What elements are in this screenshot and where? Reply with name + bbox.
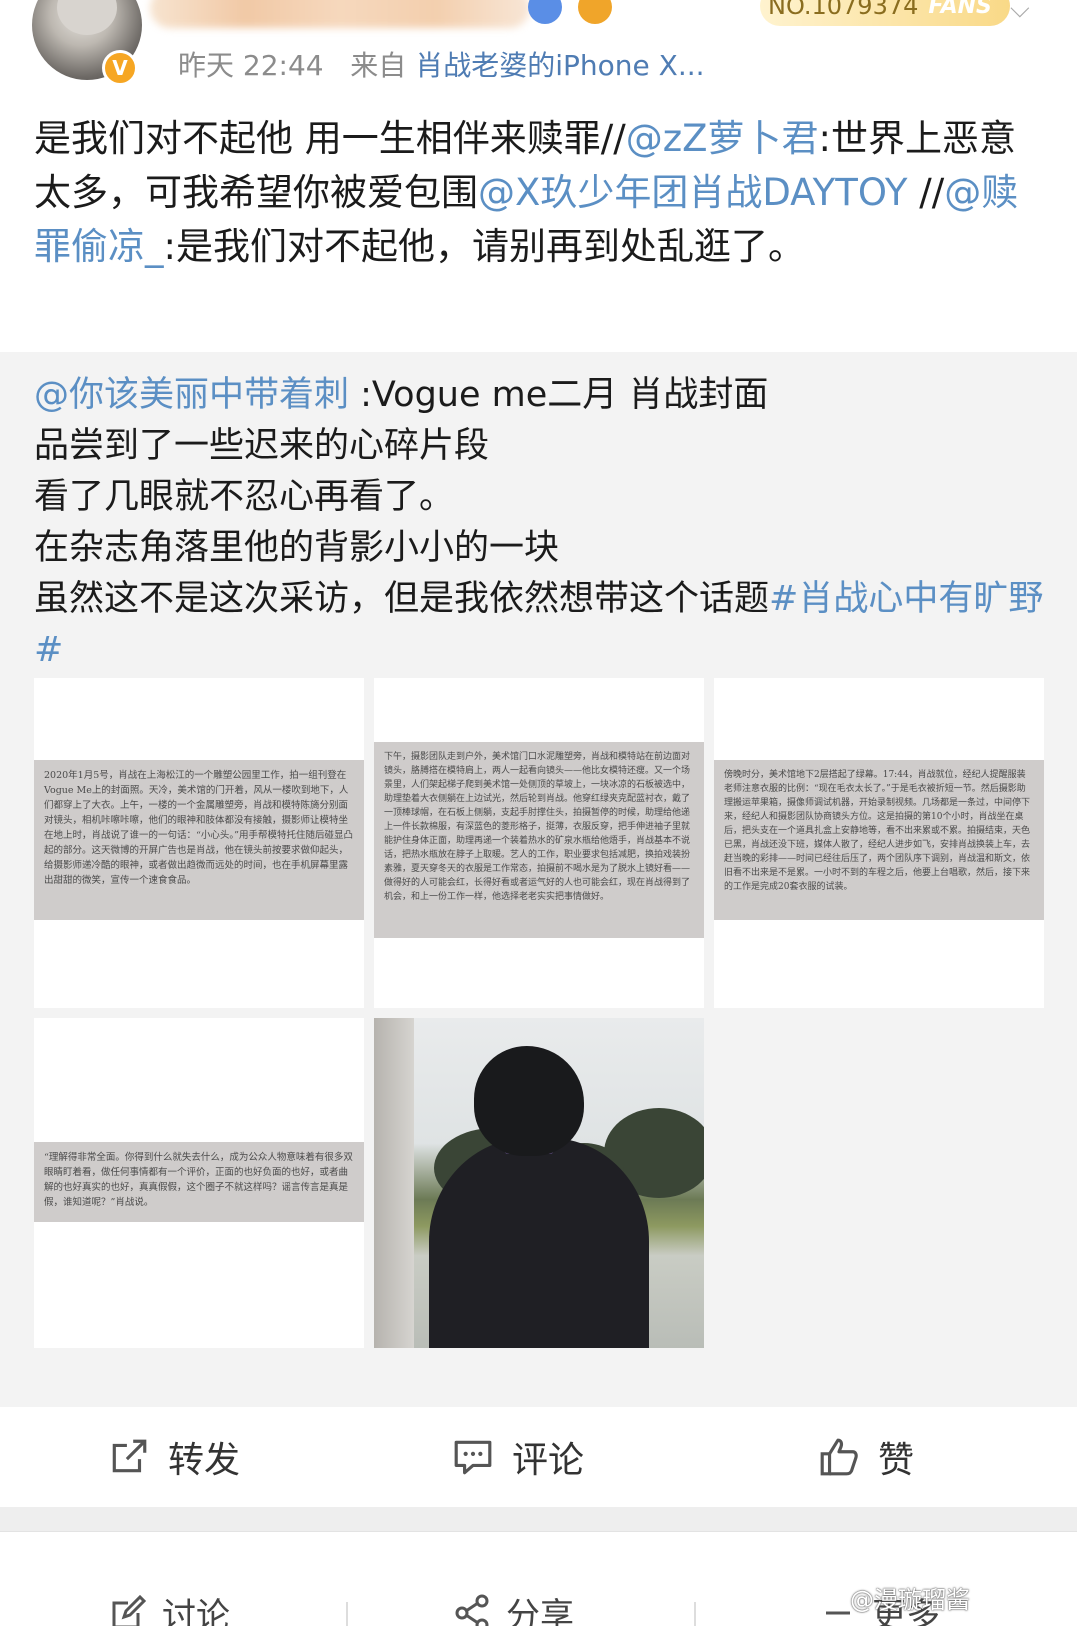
back-view-photo bbox=[374, 1018, 704, 1348]
edit-icon bbox=[112, 1594, 147, 1626]
quoted-author-link[interactable]: @你该美丽中带着刺 bbox=[34, 375, 349, 415]
divider bbox=[694, 1602, 696, 1626]
image-thumbnail[interactable]: 下午，摄影团队走到户外，美术馆门口水泥雕塑旁，肖战和模特站在前边面对镜头，胳膊搭… bbox=[374, 678, 704, 1008]
image-thumbnail[interactable]: 傍晚时分，美术馆地下2层搭起了绿幕。17:44，肖战就位，经纪人提醒服装老师注意… bbox=[714, 678, 1044, 1008]
mention-link[interactable]: @zZ萝卜君 bbox=[626, 117, 819, 160]
fans-tag: FANS bbox=[928, 0, 992, 19]
share-button[interactable]: 分享 bbox=[452, 1588, 574, 1626]
post-text: 是我们对不起他 用一生相伴来赎罪//@zZ萝卜君:世界上恶意太多，可我希望你被爱… bbox=[34, 112, 1044, 274]
post-text-3: // bbox=[907, 171, 945, 214]
divider bbox=[0, 1507, 1077, 1531]
fans-badge[interactable]: NO.1079374 FANS bbox=[760, 0, 1010, 26]
fans-number: NO.1079374 bbox=[768, 0, 919, 20]
post-time: 昨天 22:44 bbox=[178, 49, 324, 82]
quoted-line: 在杂志角落里他的背影小小的一块 bbox=[34, 528, 560, 568]
repost-icon bbox=[112, 1439, 147, 1473]
level-badge-icon bbox=[528, 0, 562, 24]
member-badge-icon bbox=[578, 0, 612, 24]
comment-button[interactable]: 评论 bbox=[452, 1407, 584, 1507]
thumbs-up-icon bbox=[820, 1438, 858, 1476]
username-blurred[interactable] bbox=[150, 0, 530, 28]
divider bbox=[346, 1602, 348, 1626]
quoted-text: @你该美丽中带着刺 :Vogue me二月 肖战封面 品尝到了一些迟来的心碎片段… bbox=[34, 370, 1044, 676]
action-bar: 转发 评论 赞 bbox=[0, 1407, 1077, 1507]
magazine-scan-text: “理解得非常全面。你得到什么就失去什么，成为公众人物意味着有很多双眼睛盯着看，做… bbox=[34, 1142, 364, 1222]
discuss-button[interactable]: 讨论 bbox=[108, 1588, 230, 1626]
image-thumbnail[interactable]: 2020年1月5号，肖战在上海松江的一个雕塑公园里工作，拍一组刊登在Vogue … bbox=[34, 678, 364, 1008]
mention-link[interactable]: @X玖少年团肖战DAYTOY bbox=[478, 171, 908, 214]
repost-button[interactable]: 转发 bbox=[108, 1407, 240, 1507]
discuss-label: 讨论 bbox=[162, 1596, 230, 1626]
like-label: 赞 bbox=[878, 1440, 915, 1481]
like-button[interactable]: 赞 bbox=[818, 1407, 914, 1507]
share-icon bbox=[455, 1594, 489, 1626]
quoted-line: :Vogue me二月 肖战封面 bbox=[349, 375, 769, 415]
image-thumbnail[interactable]: “理解得非常全面。你得到什么就失去什么，成为公众人物意味着有很多双眼睛盯着看，做… bbox=[34, 1018, 364, 1348]
post-meta: 昨天 22:44 来自 肖战老婆的iPhone X... bbox=[178, 44, 705, 84]
magazine-scan-text: 2020年1月5号，肖战在上海松江的一个雕塑公园里工作，拍一组刊登在Vogue … bbox=[34, 760, 364, 920]
post-header: V NO.1079374 FANS ⌵ 昨天 22:44 来自 肖战老婆的iPh… bbox=[0, 0, 1077, 100]
image-thumbnail[interactable] bbox=[374, 1018, 704, 1348]
magazine-scan-text: 下午，摄影团队走到户外，美术馆门口水泥雕塑旁，肖战和模特站在前边面对镜头，胳膊搭… bbox=[374, 742, 704, 938]
watermark: @漫璇瑠酱 bbox=[850, 1586, 970, 1614]
post-text-1: 是我们对不起他 用一生相伴来赎罪// bbox=[34, 117, 626, 160]
repost-label: 转发 bbox=[168, 1440, 241, 1481]
chevron-down-icon[interactable]: ⌵ bbox=[1010, 0, 1038, 24]
quoted-line: 看了几眼就不忍心再看了。 bbox=[34, 477, 455, 517]
comment-label: 评论 bbox=[512, 1440, 585, 1481]
magazine-scan-text: 傍晚时分，美术馆地下2层搭起了绿幕。17:44，肖战就位，经纪人提醒服装老师注意… bbox=[714, 760, 1044, 920]
comment-icon bbox=[454, 1440, 492, 1475]
quoted-line: 虽然这不是这次采访，但是我依然想带这个话题 bbox=[34, 579, 770, 619]
quoted-line: 品尝到了一些迟来的心碎片段 bbox=[34, 426, 490, 466]
quoted-post[interactable]: @你该美丽中带着刺 :Vogue me二月 肖战封面 品尝到了一些迟来的心碎片段… bbox=[0, 352, 1077, 1407]
share-label: 分享 bbox=[506, 1596, 574, 1626]
avatar-image bbox=[57, 0, 117, 35]
post-text-4: :是我们对不起他，请别再到处乱逛了。 bbox=[163, 225, 805, 268]
verified-icon: V bbox=[102, 50, 138, 86]
from-label: 来自 bbox=[350, 49, 407, 82]
post-source[interactable]: 肖战老婆的iPhone X... bbox=[415, 49, 704, 82]
